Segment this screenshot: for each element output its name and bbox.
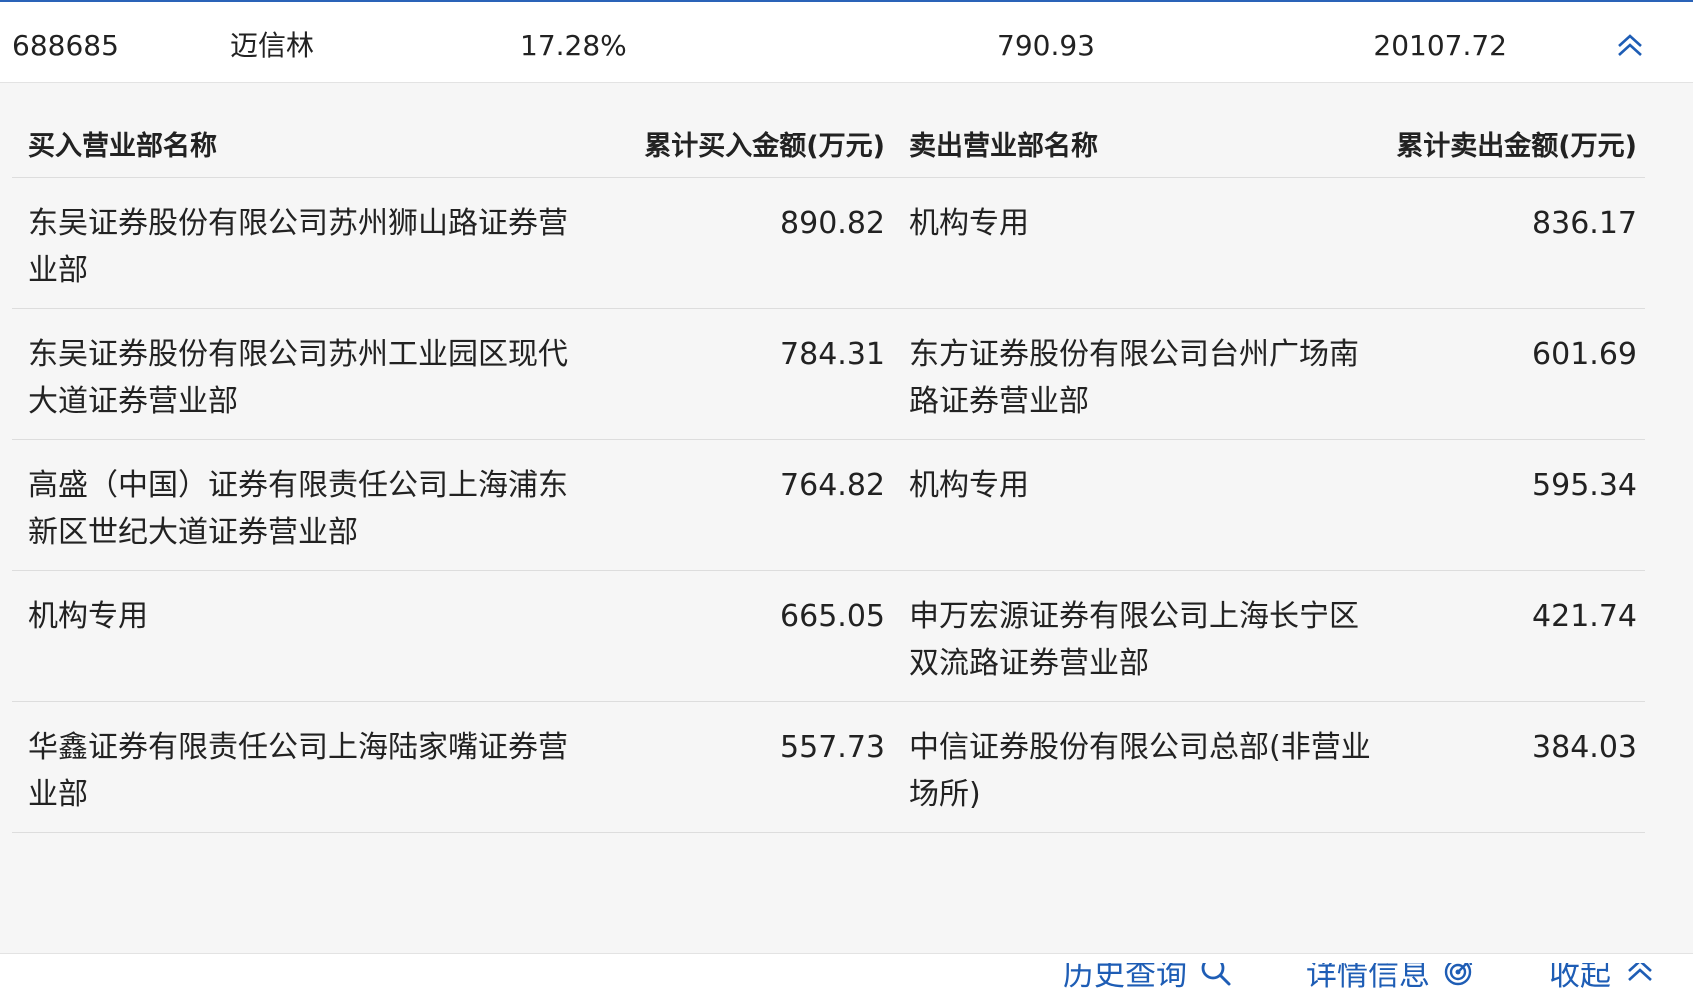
detail-info-link[interactable]: 详情信息 (1306, 943, 1476, 999)
sell-amount: 421.74 (1532, 599, 1637, 634)
history-query-link[interactable]: 历史查询 (1063, 943, 1233, 999)
table-row: 东吴证券股份有限公司苏州狮山路证券营业部 890.82 机构专用 836.17 (12, 178, 1645, 309)
stock-name: 迈信林 (230, 29, 315, 62)
detail-panel: 买入营业部名称 累计买入金额(万元) 卖出营业部名称 累计卖出金额(万元) 东吴… (0, 83, 1693, 993)
header-buy-name: 买入营业部名称 (28, 131, 217, 162)
stock-buy-total: 790.93 (997, 29, 1095, 62)
stock-code: 688685 (12, 29, 119, 62)
buy-amount: 890.82 (780, 206, 885, 241)
sell-broker-name: 东方证券股份有限公司台州广场南路证券营业部 (909, 337, 1359, 419)
bottom-spacer (0, 954, 1693, 963)
buy-broker-name: 华鑫证券有限责任公司上海陆家嘴证券营业部 (28, 730, 568, 812)
table-header: 买入营业部名称 累计买入金额(万元) 卖出营业部名称 累计卖出金额(万元) (12, 83, 1645, 178)
sell-amount: 384.03 (1532, 730, 1637, 765)
table-row: 机构专用 665.05 申万宏源证券有限公司上海长宁区双流路证券营业部 421.… (12, 571, 1645, 702)
buy-amount: 764.82 (780, 468, 885, 503)
buy-broker-name: 东吴证券股份有限公司苏州工业园区现代大道证券营业部 (28, 337, 568, 419)
broker-table: 买入营业部名称 累计买入金额(万元) 卖出营业部名称 累计卖出金额(万元) 东吴… (12, 83, 1645, 833)
sell-amount: 595.34 (1532, 468, 1637, 503)
stock-sell-total: 20107.72 (1373, 29, 1507, 62)
buy-amount: 665.05 (780, 599, 885, 634)
buy-broker-name: 机构专用 (28, 599, 148, 634)
header-sell-name: 卖出营业部名称 (909, 131, 1098, 162)
sell-amount: 836.17 (1532, 206, 1637, 241)
collapse-link[interactable]: 收起 (1549, 943, 1657, 999)
buy-broker-name: 高盛（中国）证券有限责任公司上海浦东新区世纪大道证券营业部 (28, 468, 568, 550)
table-row: 东吴证券股份有限公司苏州工业园区现代大道证券营业部 784.31 东方证券股份有… (12, 309, 1645, 440)
stock-summary-row[interactable]: 688685 迈信林 17.28% 790.93 20107.72 (0, 2, 1693, 83)
buy-amount: 784.31 (780, 337, 885, 372)
sell-broker-name: 中信证券股份有限公司总部(非营业场所) (909, 730, 1371, 812)
buy-amount: 557.73 (780, 730, 885, 765)
table-row: 高盛（中国）证券有限责任公司上海浦东新区世纪大道证券营业部 764.82 机构专… (12, 440, 1645, 571)
table-row: 华鑫证券有限责任公司上海陆家嘴证券营业部 557.73 中信证券股份有限公司总部… (12, 702, 1645, 833)
sell-broker-name: 申万宏源证券有限公司上海长宁区双流路证券营业部 (909, 599, 1359, 681)
sell-broker-name: 机构专用 (909, 468, 1029, 503)
header-buy-amount: 累计买入金额(万元) (644, 131, 885, 162)
header-sell-amount: 累计卖出金额(万元) (1396, 131, 1637, 162)
double-chevron-up-icon[interactable] (1613, 28, 1647, 62)
stock-change-percent: 17.28% (520, 29, 627, 62)
buy-broker-name: 东吴证券股份有限公司苏州狮山路证券营业部 (28, 206, 568, 288)
sell-amount: 601.69 (1532, 337, 1637, 372)
sell-broker-name: 机构专用 (909, 206, 1029, 241)
